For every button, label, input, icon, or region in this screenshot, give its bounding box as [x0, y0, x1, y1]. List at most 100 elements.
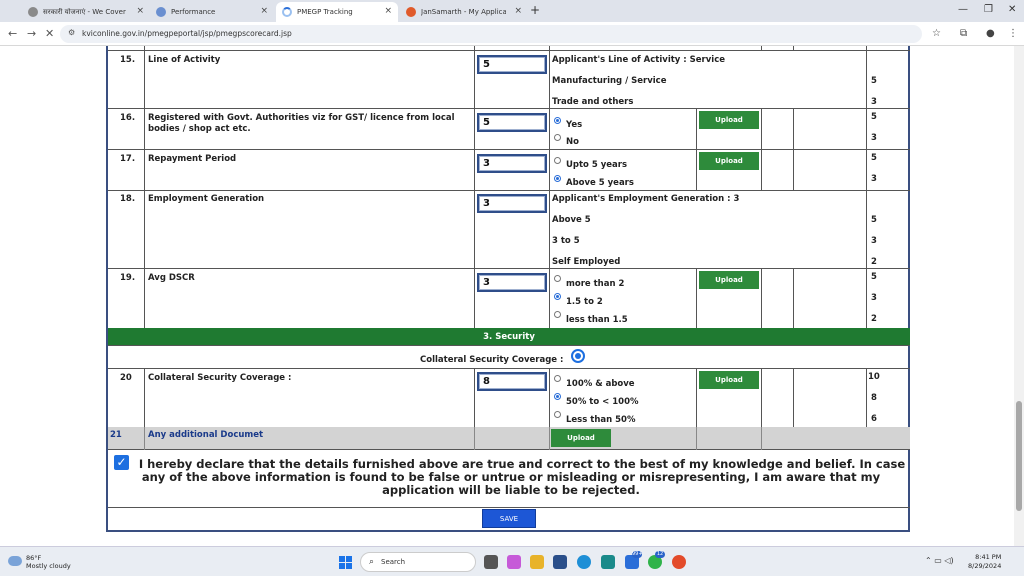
start-button-icon[interactable] — [339, 556, 352, 569]
search-placeholder: Search — [381, 558, 406, 566]
avg-dscr-score-input[interactable]: 3 — [477, 273, 547, 292]
employment-generation-score-input[interactable]: 3 — [477, 194, 547, 213]
upload-button[interactable]: Upload — [699, 152, 759, 170]
windows-taskbar: 86°F Mostly cloudy ⌕ Search 99+ 12 ⌃ ▭ ◁)… — [0, 546, 1024, 576]
radio-above-5-years[interactable] — [554, 175, 561, 182]
option-label: Self Employed — [552, 257, 621, 267]
new-tab-button[interactable]: + — [530, 3, 540, 17]
row-number: 15. — [120, 55, 136, 65]
tab-label: सरकारी योजनाएं - We Cover All — [43, 7, 128, 16]
page-viewport: No 15. Line of Activity 5 Applicant's Li… — [0, 46, 1014, 546]
line-of-activity-score-input[interactable]: 5 — [477, 55, 547, 74]
menu-kebab-icon[interactable]: ⋮ — [1008, 28, 1018, 39]
option-label: Above 5 years — [566, 178, 634, 188]
option-score: 2 — [871, 314, 877, 324]
applicant-activity-text: Applicant's Line of Activity : Service — [552, 55, 725, 65]
repayment-period-score-input[interactable]: 3 — [477, 154, 547, 173]
whatsapp-badge: 12 — [655, 551, 665, 558]
bookmark-star-icon[interactable]: ☆ — [932, 28, 941, 39]
tab-pmegp-tracking[interactable]: PMEGP Tracking × — [276, 2, 398, 22]
option-score: 6 — [871, 414, 877, 424]
site-info-icon[interactable]: ⚙ — [68, 28, 75, 37]
radio-no[interactable] — [554, 134, 561, 141]
radio-1-5-to-2[interactable] — [554, 293, 561, 300]
tab-performance[interactable]: Performance × — [150, 2, 274, 22]
loading-spinner-icon — [282, 7, 292, 17]
tab-label: JanSamarth - My Applications — [421, 8, 506, 16]
row-label: Collateral Security Coverage : — [148, 373, 292, 383]
close-window-icon[interactable]: ✕ — [1008, 4, 1016, 15]
restore-icon[interactable]: ❐ — [984, 4, 993, 15]
upload-button[interactable]: Upload — [699, 111, 759, 129]
upload-button[interactable]: Upload — [699, 371, 759, 389]
site-favicon — [28, 7, 38, 17]
chrome-icon[interactable] — [672, 555, 686, 569]
row-number: 18. — [120, 194, 136, 204]
copilot-icon[interactable] — [507, 555, 521, 569]
tab-close-icon[interactable]: × — [514, 6, 522, 16]
radio-50-to-100[interactable] — [554, 393, 561, 400]
option-label: 50% to < 100% — [566, 397, 639, 407]
radio-upto-5-years[interactable] — [554, 157, 561, 164]
row-label: Employment Generation — [148, 194, 265, 204]
radio-100-and-above[interactable] — [554, 375, 561, 382]
edge-browser-icon[interactable] — [577, 555, 591, 569]
save-button[interactable]: SAVE — [482, 509, 536, 528]
option-label: Yes — [566, 120, 583, 130]
option-label: Trade and others — [552, 97, 634, 107]
app-icon[interactable] — [601, 555, 615, 569]
task-view-icon[interactable] — [484, 555, 498, 569]
tab-bar: सरकारी योजनाएं - We Cover All × Performa… — [0, 0, 1024, 22]
stop-loading-icon[interactable]: ✕ — [45, 27, 54, 40]
collateral-coverage-score-input[interactable]: 8 — [477, 372, 547, 391]
scorecard-form: No 15. Line of Activity 5 Applicant's Li… — [106, 46, 910, 532]
page-scrollbar[interactable] — [1014, 46, 1024, 546]
tab-label: Performance — [171, 8, 216, 16]
option-label: 3 to 5 — [552, 236, 580, 246]
tab-sarkari-yojana[interactable]: सरकारी योजनाएं - We Cover All × — [22, 2, 150, 22]
option-score: 3 — [871, 97, 877, 107]
tab-close-icon[interactable]: × — [136, 6, 144, 16]
url-input[interactable]: ⚙ kviconline.gov.in/pmegpeportal/jsp/pme… — [60, 25, 922, 43]
row-number: 19. — [120, 273, 136, 283]
back-icon[interactable]: ← — [8, 27, 17, 40]
extensions-icon[interactable]: ⧉ — [960, 28, 967, 39]
gst-registration-score-input[interactable]: 5 — [477, 113, 547, 132]
tab-close-icon[interactable]: × — [260, 6, 268, 16]
option-score: 5 — [871, 76, 877, 86]
tab-close-icon[interactable]: × — [384, 6, 392, 16]
option-score: 5 — [871, 153, 877, 163]
scrollbar-thumb[interactable] — [1016, 401, 1022, 511]
declaration-checkbox[interactable]: ✓ — [114, 455, 129, 470]
file-explorer-icon[interactable] — [530, 555, 544, 569]
upload-button[interactable]: Upload — [699, 271, 759, 289]
taskbar-clock[interactable]: 8:41 PM 8/29/2024 — [968, 553, 1001, 571]
radio-less-than-50[interactable] — [554, 411, 561, 418]
forward-icon[interactable]: → — [27, 27, 36, 40]
option-score: 3 — [871, 236, 877, 246]
row-label: Any additional Documet — [148, 430, 264, 440]
row-label: Avg DSCR — [148, 273, 195, 283]
row-number: 17. — [120, 154, 136, 164]
minimize-icon[interactable]: — — [958, 4, 968, 15]
url-text: kviconline.gov.in/pmegpeportal/jsp/pmegp… — [82, 29, 292, 38]
option-score: 5 — [871, 112, 877, 122]
additional-document-row: 21 Any additional Documet Upload — [108, 427, 910, 450]
profile-avatar-icon[interactable]: ● — [986, 28, 995, 39]
upload-button[interactable]: Upload — [551, 429, 611, 447]
row-label: Repayment Period — [148, 154, 237, 164]
option-label: Less than 50% — [566, 415, 636, 425]
radio-less-than-1-5[interactable] — [554, 311, 561, 318]
row-number: 21 — [110, 430, 122, 440]
radio-more-than-2[interactable] — [554, 275, 561, 282]
radio-yes[interactable] — [554, 117, 561, 124]
option-score: 8 — [871, 393, 877, 403]
system-tray-icons[interactable]: ⌃ ▭ ◁) — [925, 556, 954, 565]
option-score: 2 — [871, 257, 877, 267]
tab-jansamarth[interactable]: JanSamarth - My Applications × — [400, 2, 528, 22]
collateral-coverage-radio[interactable] — [571, 349, 585, 363]
option-score: 5 — [871, 215, 877, 225]
store-icon[interactable] — [553, 555, 567, 569]
taskbar-search-input[interactable]: ⌕ Search — [360, 552, 476, 572]
option-score: 10 — [868, 372, 880, 382]
